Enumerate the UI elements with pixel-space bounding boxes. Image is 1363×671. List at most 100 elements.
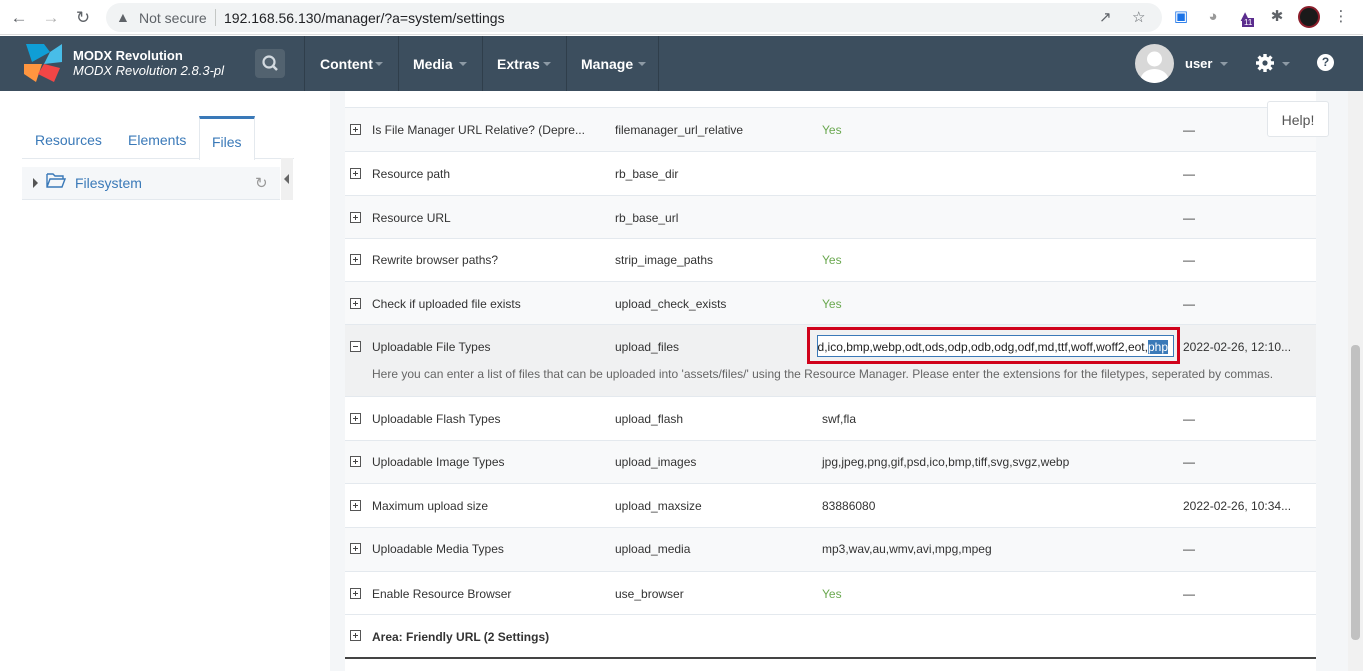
setting-name: Check if uploaded file exists — [372, 297, 521, 311]
globe-extension-icon[interactable]: ◕ — [1202, 6, 1224, 28]
menu-label: Content — [320, 56, 373, 72]
divider — [215, 9, 216, 26]
setting-value[interactable]: Yes — [822, 587, 842, 601]
setting-date: — — [1183, 123, 1195, 137]
address-bar[interactable]: ▲ Not secure 192.168.56.130/manager/?a=s… — [106, 3, 1162, 32]
table-row[interactable]: Uploadable Image Types upload_images jpg… — [345, 441, 1316, 484]
gear-icon[interactable] — [1255, 53, 1275, 73]
tab-resources[interactable]: Resources — [35, 132, 102, 148]
setting-key: rb_base_url — [615, 211, 679, 225]
expand-plus-icon[interactable] — [350, 543, 361, 554]
menu-content[interactable]: Content — [304, 36, 398, 91]
setting-value[interactable]: 83886080 — [822, 499, 875, 513]
setting-date: — — [1183, 587, 1195, 601]
setting-value[interactable]: Yes — [822, 123, 842, 137]
setting-value[interactable]: Yes — [822, 297, 842, 311]
expand-plus-icon[interactable] — [350, 630, 361, 641]
profile-avatar[interactable] — [1298, 6, 1320, 28]
menu-media[interactable]: Media — [398, 36, 482, 91]
table-row[interactable]: Resource URL rb_base_url — — [345, 196, 1316, 239]
chevron-down-icon[interactable] — [1220, 62, 1228, 66]
user-avatar[interactable] — [1135, 44, 1174, 83]
table-row[interactable]: Check if uploaded file exists upload_che… — [345, 282, 1316, 325]
setting-name: Maximum upload size — [372, 499, 489, 513]
table-row[interactable]: Uploadable Flash Types upload_flash swf,… — [345, 397, 1316, 441]
setting-date: 2022-02-26, 12:10... — [1183, 340, 1292, 354]
editor-text: d,ico,bmp,webp,odt,ods,odp,odb,odg,odf,m… — [817, 340, 1148, 354]
reload-icon[interactable]: ↻ — [72, 7, 94, 29]
expand-plus-icon[interactable] — [350, 500, 361, 511]
extension-badge: 11 — [1242, 18, 1255, 27]
table-row[interactable]: Maximum upload size upload_maxsize 83886… — [345, 484, 1316, 528]
setting-key: use_browser — [615, 587, 684, 601]
security-label: Not secure — [139, 10, 207, 26]
forward-arrow-icon[interactable]: → — [40, 7, 62, 29]
menu-extras[interactable]: Extras — [482, 36, 566, 91]
warning-icon: ▲ — [116, 9, 130, 25]
share-icon[interactable]: ↗ — [1099, 8, 1112, 26]
setting-date: — — [1183, 412, 1195, 426]
expand-arrow-icon[interactable] — [33, 178, 38, 188]
setting-value[interactable]: Yes — [822, 253, 842, 267]
collapse-minus-icon[interactable] — [350, 341, 361, 352]
bookmark-star-icon[interactable]: ☆ — [1132, 8, 1145, 26]
tree-label[interactable]: Filesystem — [75, 175, 142, 191]
table-row[interactable]: Uploadable Media Types upload_media mp3,… — [345, 528, 1316, 572]
table-row[interactable]: Enable Resource Browser use_browser Yes … — [345, 572, 1316, 615]
expand-plus-icon[interactable] — [350, 168, 361, 179]
tree-node-filesystem[interactable]: Filesystem ↻ — [22, 167, 280, 200]
mortarboard-extension-icon[interactable]: ▲ 11 — [1234, 6, 1256, 28]
table-row-expanded[interactable]: Uploadable File Types upload_files d,ico… — [345, 325, 1316, 397]
help-icon[interactable]: ? — [1317, 54, 1334, 71]
expand-plus-icon[interactable] — [350, 456, 361, 467]
collapse-panel-handle[interactable] — [281, 158, 293, 200]
table-row[interactable]: Resource path rb_base_dir — — [345, 152, 1316, 196]
setting-value[interactable]: swf,fla — [822, 412, 856, 426]
expand-plus-icon[interactable] — [350, 413, 361, 424]
expand-plus-icon[interactable] — [350, 212, 361, 223]
refresh-icon[interactable]: ↻ — [255, 176, 270, 191]
modx-logo[interactable] — [24, 44, 62, 82]
group-row-friendly-url[interactable]: Area: Friendly URL (2 Settings) — [345, 615, 1316, 657]
browser-menu-icon[interactable]: ⋮ — [1330, 6, 1352, 28]
chevron-down-icon — [638, 62, 646, 66]
setting-key: upload_media — [615, 542, 691, 556]
brand-version: MODX Revolution 2.8.3-pl — [73, 63, 225, 78]
url-text[interactable]: 192.168.56.130/manager/?a=system/setting… — [224, 10, 505, 26]
scrollbar-thumb[interactable] — [1351, 345, 1360, 640]
editor-selected-text: php — [1147, 340, 1168, 354]
menu-label: Manage — [581, 56, 634, 72]
setting-key: strip_image_paths — [615, 253, 714, 267]
setting-key: upload_images — [615, 455, 697, 469]
setting-description: Here you can enter a list of files that … — [372, 367, 1274, 381]
setting-date: 2022-02-26, 10:34... — [1183, 499, 1292, 513]
expand-plus-icon[interactable] — [350, 588, 361, 599]
setting-value[interactable]: jpg,jpeg,png,gif,psd,ico,bmp,tiff,svg,sv… — [822, 455, 1069, 469]
search-button[interactable] — [255, 49, 285, 78]
expand-plus-icon[interactable] — [350, 254, 361, 265]
expand-plus-icon[interactable] — [350, 298, 361, 309]
setting-key: rb_base_dir — [615, 167, 679, 181]
setting-name: Uploadable Flash Types — [372, 412, 501, 426]
back-arrow-icon[interactable]: ← — [8, 7, 30, 29]
chevron-down-icon[interactable] — [1282, 62, 1290, 66]
expand-plus-icon[interactable] — [350, 124, 361, 135]
setting-key: upload_flash — [615, 412, 684, 426]
setting-key: upload_files — [615, 340, 680, 354]
table-row[interactable]: Is File Manager URL Relative? (Depre... … — [345, 108, 1316, 152]
setting-date: — — [1183, 297, 1195, 311]
table-row[interactable]: Rewrite browser paths? strip_image_paths… — [345, 239, 1316, 282]
tab-elements[interactable]: Elements — [128, 132, 186, 148]
tab-files[interactable]: Files — [199, 116, 255, 160]
extension-icon[interactable]: ▣ — [1170, 6, 1192, 28]
menu-label: Extras — [497, 56, 540, 72]
menu-manage[interactable]: Manage — [566, 36, 659, 91]
setting-value-editor[interactable]: d,ico,bmp,webp,odt,ods,odp,odb,odg,odf,m… — [817, 335, 1174, 357]
puzzle-extensions-icon[interactable]: ✱ — [1266, 6, 1288, 28]
setting-value[interactable]: mp3,wav,au,wmv,avi,mpg,mpeg — [822, 542, 992, 556]
help-button[interactable]: Help! — [1267, 101, 1329, 137]
setting-name: Resource path — [372, 167, 451, 181]
username[interactable]: user — [1185, 56, 1212, 71]
chevron-down-icon — [459, 62, 467, 66]
setting-date: — — [1183, 211, 1195, 225]
